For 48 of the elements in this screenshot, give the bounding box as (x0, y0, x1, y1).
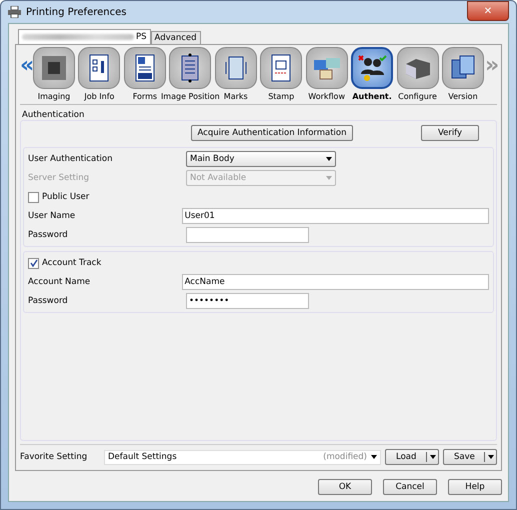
favorite-dropdown[interactable]: Default Settings (modified) (104, 450, 381, 464)
dialog-button[interactable]: OK (318, 479, 372, 495)
category-button[interactable] (396, 47, 438, 89)
field-label: User Name (28, 211, 76, 221)
category-button[interactable] (442, 47, 484, 89)
tab[interactable]: Advanced (150, 31, 201, 44)
acquire-button[interactable]: Acquire Authentication Information (191, 125, 353, 141)
category-label: Authent. (352, 92, 392, 101)
split-button[interactable]: Load (385, 449, 439, 465)
input-field[interactable]: AccName (182, 274, 489, 290)
password-field[interactable]: •••••••• (186, 293, 309, 309)
field-label: Password (28, 296, 69, 306)
category-button[interactable] (214, 47, 257, 89)
field-label: Account Name (28, 277, 92, 287)
verify-button[interactable]: Verify (421, 125, 479, 141)
tab[interactable]: PS (18, 29, 151, 44)
field-label: Favorite Setting (20, 452, 88, 462)
category-label: Image Position (160, 92, 220, 101)
password-field[interactable] (186, 227, 309, 243)
category-label: Workflow (308, 92, 345, 101)
dropdown[interactable]: Main Body (186, 151, 336, 167)
scroll-left-button[interactable]: « (20, 55, 32, 77)
category-label: Job Info (84, 92, 114, 101)
category-button[interactable] (169, 47, 212, 89)
dialog-button[interactable]: Help (448, 479, 502, 495)
category-button[interactable] (260, 47, 302, 89)
category-button[interactable] (78, 47, 120, 89)
field-label: Password (28, 230, 69, 240)
checkbox[interactable] (28, 258, 39, 268)
window-title: Printing Preferences (26, 6, 128, 18)
category-button[interactable] (351, 47, 394, 89)
dialog-button[interactable]: Cancel (383, 479, 437, 495)
category-button[interactable] (124, 47, 166, 89)
category-label: Version (448, 92, 478, 101)
category-label: Marks (224, 92, 248, 101)
checkbox-label: Public User (42, 192, 90, 202)
checkbox[interactable] (28, 192, 39, 202)
group-title: Authentication (22, 110, 86, 120)
category-label: Stamp (268, 92, 294, 101)
field-label: User Authentication (28, 154, 114, 164)
category-label: Forms (132, 92, 158, 101)
checkbox-label: Account Track (42, 258, 102, 268)
category-label: Configure (398, 92, 437, 101)
category-button[interactable] (33, 47, 75, 89)
category-label: Imaging (38, 92, 70, 101)
field-label: Server Setting (28, 173, 90, 183)
input-field[interactable]: User01 (182, 208, 489, 224)
split-button[interactable]: Save (443, 449, 497, 465)
